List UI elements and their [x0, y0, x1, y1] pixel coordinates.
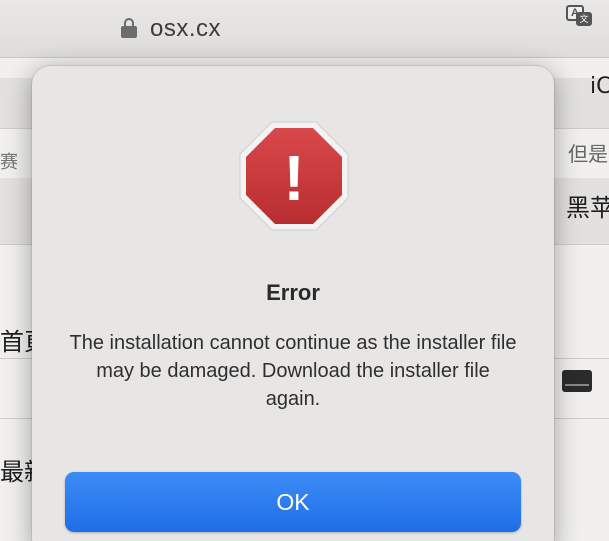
translate-icon[interactable]: A 文	[566, 5, 594, 27]
bg-fragment-1: 赛	[0, 152, 18, 173]
dialog-title: Error	[266, 280, 320, 305]
stop-sign-icon: !	[239, 121, 349, 231]
error-alert-dialog: ! Error The installation cannot continue…	[32, 66, 554, 541]
bg-fragment-3: 但是	[568, 142, 608, 166]
bg-fragment-2: iC	[590, 74, 609, 99]
ok-button[interactable]: OK	[65, 472, 521, 532]
browser-url-bar[interactable]: osx.cx A 文	[0, 0, 609, 58]
dialog-message: The installation cannot continue as the …	[69, 332, 517, 410]
bg-device-icon	[562, 370, 592, 392]
bg-fragment-4: 黑苹	[566, 194, 609, 222]
stop-sign-glyph: !	[283, 142, 304, 214]
url-text[interactable]: osx.cx	[150, 15, 221, 43]
lock-icon	[121, 18, 137, 38]
